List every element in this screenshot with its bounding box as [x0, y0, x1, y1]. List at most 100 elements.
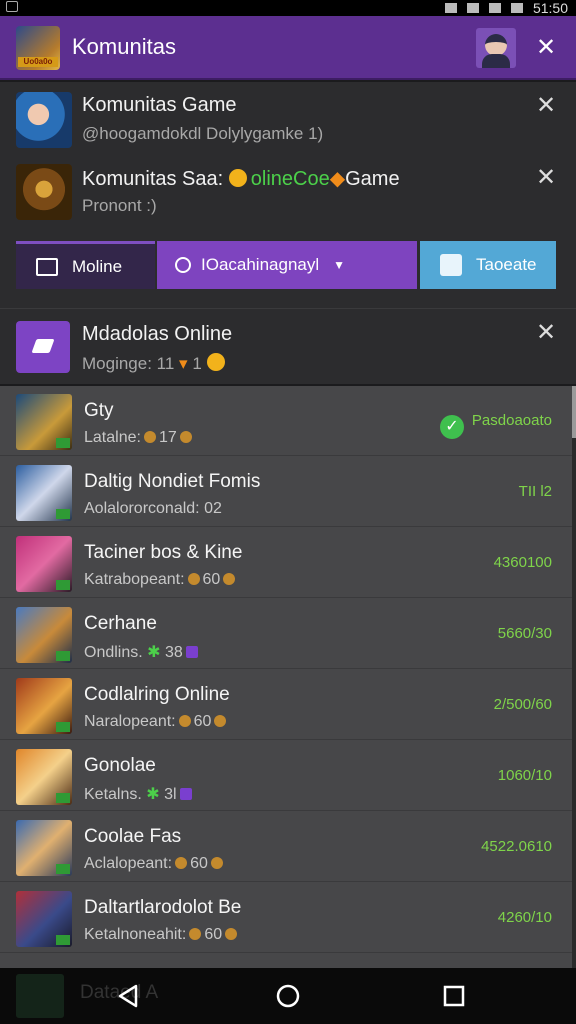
- close-icon[interactable]: ✕: [534, 166, 558, 190]
- game-count: 60: [193, 713, 212, 730]
- game-subtitle: Ketalns.: [84, 786, 142, 803]
- list-item[interactable]: Gty Latalne: 17 ✓ Pasdoaoato: [0, 386, 572, 456]
- game-thumbnail: [16, 394, 72, 450]
- game-thumbnail: [16, 891, 72, 947]
- coin-icon: [210, 857, 223, 869]
- player-icon: [175, 857, 188, 869]
- game-value: 4522.0610: [481, 838, 552, 855]
- notification-title-green: olineCoe: [250, 168, 330, 190]
- game-name: Coolae Fas: [84, 826, 182, 847]
- game-value: 2/500/60: [493, 696, 552, 713]
- game-count: 3l: [164, 786, 177, 803]
- tab-label: Moline: [72, 256, 123, 276]
- player-icon: [178, 715, 191, 727]
- action-tabs: Moline IOacahinagnayl ▼ Taoeate: [16, 241, 556, 289]
- list-item[interactable]: Taciner bos & Kine Katrabopeant: 60 43601…: [0, 528, 572, 598]
- vibrate-icon: [444, 3, 457, 13]
- coin-icon: [206, 353, 225, 371]
- tab-taoeate[interactable]: Taoeate: [420, 241, 556, 289]
- game-value: Pasdoaoato: [471, 412, 552, 429]
- home-icon[interactable]: [274, 982, 302, 1010]
- game-value: 1060/10: [497, 767, 552, 784]
- game-name: Codlalring Online: [84, 684, 230, 705]
- game-value: TII l2: [518, 483, 552, 500]
- game-list[interactable]: Gty Latalne: 17 ✓ Pasdoaoato Daltig Nondie…: [0, 386, 572, 968]
- coin-icon: [214, 715, 227, 727]
- game-thumbnail: [16, 749, 72, 805]
- notification-subtitle: Moginge: 11: [82, 354, 175, 373]
- game-subtitle: Katrabopeant:: [84, 571, 185, 588]
- recent-apps-icon[interactable]: [440, 982, 468, 1010]
- list-item[interactable]: Gonolae Ketalns. ✱ 3l 1060/10: [0, 741, 572, 811]
- tab-label: IOacahinagnayl: [201, 255, 320, 274]
- wifi-icon: [466, 3, 479, 13]
- game-count: 60: [190, 855, 208, 872]
- signal-icon: [488, 3, 501, 13]
- game-count: 02: [204, 500, 222, 517]
- game-subtitle-row: Aclalopeant: 60: [84, 855, 226, 873]
- sparkle-icon: ✱: [141, 786, 165, 803]
- tab-moline[interactable]: Moline: [16, 241, 155, 289]
- game-subtitle: Ondlins.: [84, 644, 143, 661]
- notification-thumbnail: [16, 92, 72, 148]
- game-name: Cerhane: [84, 613, 157, 634]
- notification-title: Komunitas Game: [82, 94, 237, 116]
- avatar-body: [482, 54, 510, 68]
- notification-item[interactable]: Komunitas Game @hoogamdokdl Dolylygamke …: [0, 82, 576, 154]
- game-thumbnail: [16, 678, 72, 734]
- game-name: Gty: [84, 400, 114, 421]
- platform-badge-icon: [56, 438, 70, 448]
- platform-badge-icon: [56, 864, 70, 874]
- notification-subtitle: @hoogamdokdl Dolylygamke 1): [82, 124, 324, 143]
- status-bar: 51:50: [0, 0, 576, 16]
- list-item[interactable]: Codlalring Online Naralopeant: 60 2/500/6…: [0, 670, 572, 740]
- people-icon: [175, 257, 191, 273]
- game-subtitle-row: Latalne: 17: [84, 429, 195, 447]
- list-item[interactable]: Cerhane Ondlins. ✱ 38 5660/30: [0, 599, 572, 669]
- close-icon[interactable]: ✕: [534, 36, 558, 60]
- game-subtitle: Aolalororconald:: [84, 500, 200, 517]
- game-thumbnail: [16, 465, 72, 521]
- game-subtitle-row: Aolalororconald: 02: [84, 500, 222, 518]
- coin-icon: [228, 169, 247, 187]
- page-title: Komunitas: [72, 34, 176, 59]
- close-icon[interactable]: ✕: [534, 94, 558, 118]
- diamond-icon: ◆: [329, 168, 346, 190]
- list-item[interactable]: Daltartlarodolot Be Ketalnoneahit: 60 426…: [0, 883, 572, 953]
- platform-badge-icon: [56, 722, 70, 732]
- chevron-down-icon: ▼: [333, 258, 346, 272]
- list-item[interactable]: Daltig Nondiet Fomis Aolalororconald: 02…: [0, 457, 572, 527]
- game-thumbnail: [16, 607, 72, 663]
- platform-badge-icon: [56, 509, 70, 519]
- list-item[interactable]: Coolae Fas Aclalopeant: 60 4522.0610: [0, 812, 572, 882]
- sparkle-icon: ✱: [142, 644, 165, 661]
- notification-item[interactable]: Mdadolas Online Moginge: 11 ▾ 1 ✕: [0, 308, 576, 384]
- game-count: 38: [165, 644, 183, 661]
- avatar[interactable]: [476, 28, 516, 68]
- player-icon: [187, 573, 200, 585]
- screenshot-icon: [6, 1, 18, 12]
- scrollbar-thumb[interactable]: [572, 386, 576, 438]
- game-count: 60: [204, 926, 223, 943]
- gem-icon: [179, 788, 192, 800]
- platform-badge-icon: [56, 935, 70, 945]
- battery-icon: [510, 3, 523, 13]
- notification-item[interactable]: Komunitas Saa: olineCoe◆Game Pronont :) …: [0, 154, 576, 226]
- game-subtitle: Aclalopeant:: [84, 855, 173, 872]
- back-icon[interactable]: [114, 982, 142, 1010]
- app-logo[interactable]: Uo0a0o: [16, 26, 60, 70]
- game-value: 4260/10: [497, 909, 552, 926]
- app-logo-caption: Uo0a0o: [18, 57, 58, 67]
- game-thumbnail: [16, 536, 72, 592]
- avatar-face: [485, 34, 507, 56]
- tab-dropdown[interactable]: IOacahinagnayl ▼: [157, 241, 417, 289]
- close-icon[interactable]: ✕: [534, 321, 558, 345]
- edit-icon: [16, 321, 70, 373]
- scrollbar-track[interactable]: [572, 386, 576, 968]
- game-thumbnail: [16, 820, 72, 876]
- game-name: Taciner bos & Kine: [84, 542, 243, 563]
- player-icon: [143, 431, 156, 443]
- game-count: 17: [158, 429, 177, 446]
- calendar-icon: [440, 254, 462, 276]
- top-app-bar: Uo0a0o Komunitas ✕: [0, 16, 576, 80]
